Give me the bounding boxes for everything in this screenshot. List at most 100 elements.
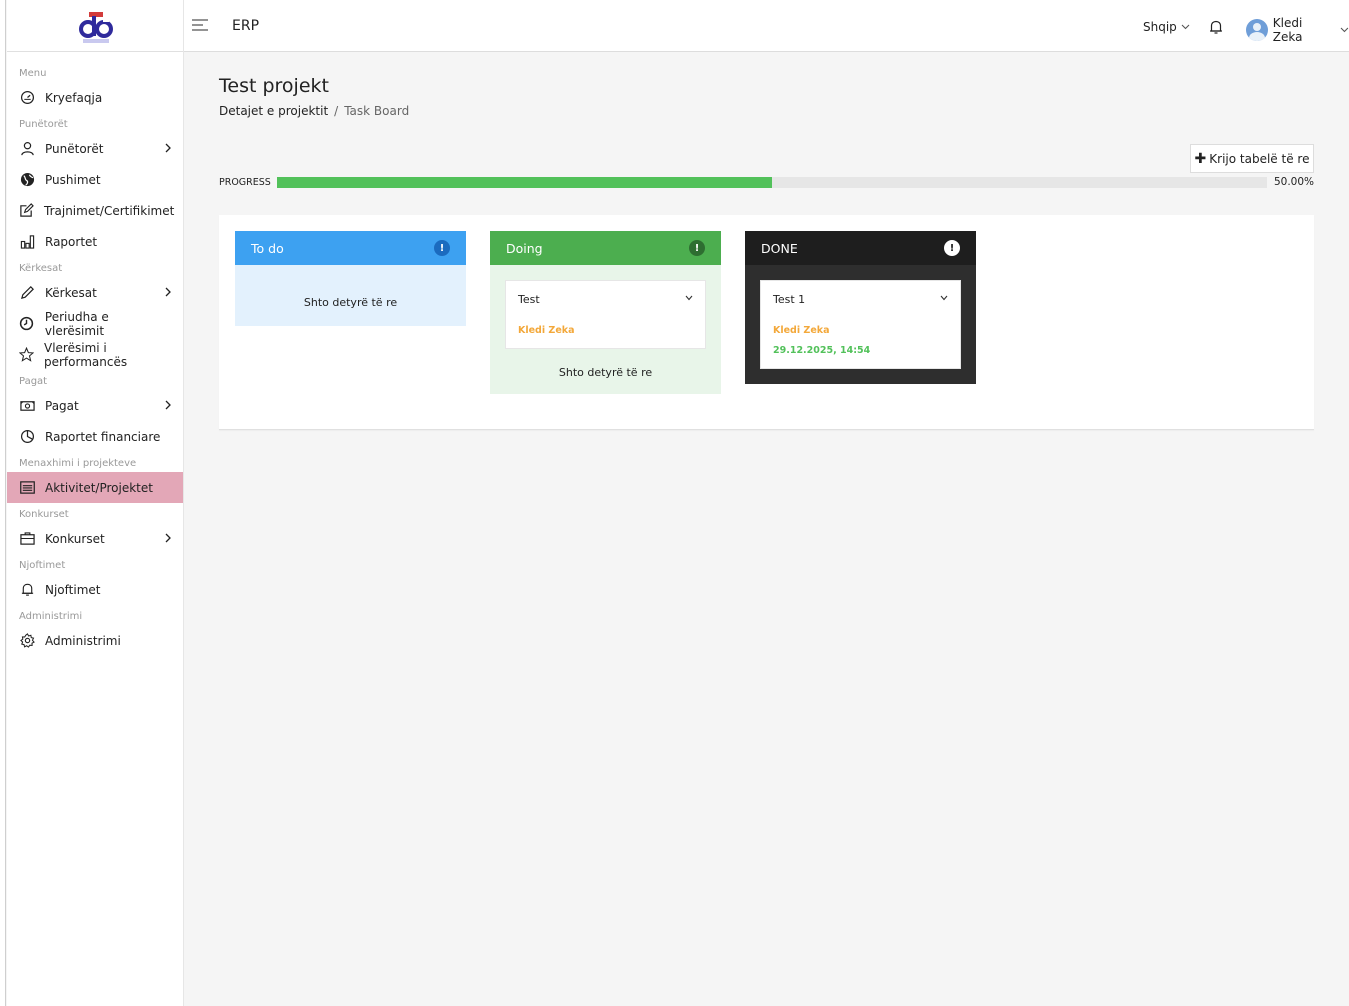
language-selector[interactable]: Shqip xyxy=(1143,20,1190,34)
sidebar-item-trajnimet[interactable]: Trajnimet/Certifikimet xyxy=(7,195,183,226)
column-body: Test Kledi Zeka Shto detyrë të re xyxy=(490,265,721,394)
column-header: DONE ! xyxy=(745,231,976,265)
breadcrumb: Detajet e projektit / Task Board xyxy=(219,104,409,118)
sidebar-section-punetoret: Punëtorët xyxy=(19,119,68,130)
company-logo xyxy=(79,12,113,43)
board-column-todo: To do ! Shto detyrë të re xyxy=(235,231,466,326)
task-assignee: Kledi Zeka xyxy=(518,325,575,336)
breadcrumb-current: Task Board xyxy=(344,104,410,118)
pie-chart-icon xyxy=(19,429,35,445)
create-board-label: Krijo tabelë të re xyxy=(1209,151,1310,166)
column-body: Test 1 Kledi Zeka 29.12.2025, 14:54 xyxy=(745,265,976,384)
window-edge xyxy=(0,0,6,1006)
add-task-button[interactable]: Shto detyrë të re xyxy=(505,366,706,379)
chevron-down-icon[interactable] xyxy=(685,295,693,301)
sidebar-item-label: Vlerësimi i performancës xyxy=(44,340,128,369)
sidebar-section-konkurset: Konkurset xyxy=(19,509,69,520)
progress-percent: 50.00% xyxy=(1273,176,1314,188)
sidebar-item-label: Kërkesat xyxy=(45,285,97,300)
bell-icon xyxy=(19,582,35,598)
chevron-down-icon xyxy=(1340,27,1349,33)
sidebar-item-label: Raportet financiare xyxy=(45,429,161,444)
progress-bar xyxy=(277,177,1267,188)
column-body: Shto detyrë të re xyxy=(235,265,466,326)
language-label: Shqip xyxy=(1143,20,1177,34)
column-title: DONE xyxy=(761,240,798,256)
sidebar-item-kryefaqja[interactable]: Kryefaqja xyxy=(7,82,183,113)
info-icon[interactable]: ! xyxy=(434,240,450,256)
sidebar-item-pagat[interactable]: Pagat xyxy=(7,390,183,421)
info-icon[interactable]: ! xyxy=(944,240,960,256)
sidebar-item-raportet-financiare[interactable]: Raportet financiare xyxy=(7,421,183,452)
sidebar: Menu Kryefaqja Punëtorët Punëtorët Pushi… xyxy=(7,0,184,1006)
user-name: Kledi Zeka xyxy=(1272,16,1303,44)
sidebar-item-label: Administrimi xyxy=(45,633,121,648)
task-title: Test xyxy=(518,293,540,306)
avatar xyxy=(1246,19,1268,41)
page-title: Test projekt xyxy=(219,75,329,97)
sidebar-item-label: Periudha e vlerësimit xyxy=(44,309,109,338)
logo-area xyxy=(7,0,183,52)
edit-square-icon xyxy=(19,203,34,219)
create-board-button[interactable]: ✚ Krijo tabelë të re xyxy=(1190,144,1314,173)
dashboard-gauge-icon xyxy=(19,90,35,106)
task-card[interactable]: Test Kledi Zeka xyxy=(505,280,706,349)
breadcrumb-project-details[interactable]: Detajet e projektit xyxy=(219,104,328,118)
sidebar-item-administrimi[interactable]: Administrimi xyxy=(7,625,183,656)
sidebar-section-pagat: Pagat xyxy=(19,376,48,387)
progress-bar-fill xyxy=(277,177,772,188)
chevron-right-icon xyxy=(165,400,171,410)
column-header: Doing ! xyxy=(490,231,721,265)
sidebar-item-vleresimi[interactable]: Vlerësimi i performancës xyxy=(7,339,183,370)
board-column-done: DONE ! Test 1 Kledi Zeka 29.12.2025, 14:… xyxy=(745,231,976,384)
chevron-down-icon xyxy=(1181,24,1190,30)
app-title: ERP xyxy=(232,18,260,34)
sidebar-item-raportet[interactable]: Raportet xyxy=(7,226,183,257)
sidebar-item-label: Raportet xyxy=(45,234,98,249)
sidebar-item-pushimet[interactable]: Pushimet xyxy=(7,164,183,195)
list-window-icon xyxy=(19,480,35,496)
sidebar-section-administrimi: Administrimi xyxy=(19,611,83,622)
info-icon[interactable]: ! xyxy=(689,240,705,256)
topbar: ERP Shqip Kledi Zeka xyxy=(184,0,1349,52)
board-column-doing: Doing ! Test Kledi Zeka Shto detyrë të r… xyxy=(490,231,721,394)
task-date: 29.12.2025, 14:54 xyxy=(773,345,871,356)
sidebar-item-label: Kryefaqja xyxy=(45,90,103,105)
plus-icon: ✚ xyxy=(1194,150,1207,167)
notifications-bell-icon[interactable] xyxy=(1208,19,1224,35)
pencil-icon xyxy=(19,285,35,301)
sidebar-item-punetoret[interactable]: Punëtorët xyxy=(7,133,183,164)
add-task-button[interactable]: Shto detyrë të re xyxy=(250,296,451,309)
column-header: To do ! xyxy=(235,231,466,265)
gear-icon xyxy=(19,633,35,649)
bar-chart-icon xyxy=(19,234,35,250)
sidebar-item-label: Pagat xyxy=(45,398,79,413)
user-menu[interactable]: Kledi Zeka xyxy=(1246,16,1349,44)
hamburger-menu-icon[interactable] xyxy=(192,18,208,32)
briefcase-icon xyxy=(19,531,35,547)
column-title: To do xyxy=(251,240,284,256)
chevron-right-icon xyxy=(165,143,171,153)
sidebar-item-label: Trajnimet/Certifikimet xyxy=(44,203,175,218)
sidebar-item-konkurset[interactable]: Konkurset xyxy=(7,523,183,554)
chevron-right-icon xyxy=(165,533,171,543)
money-icon xyxy=(19,398,35,414)
chevron-down-icon[interactable] xyxy=(940,295,948,301)
clock-icon xyxy=(19,316,35,332)
task-card[interactable]: Test 1 Kledi Zeka 29.12.2025, 14:54 xyxy=(760,280,961,369)
sidebar-item-periudha[interactable]: Periudha e vlerësimit xyxy=(7,308,183,339)
sidebar-item-aktivitetet[interactable]: Aktivitet/Projektet xyxy=(7,472,183,503)
user-icon xyxy=(19,141,35,157)
breadcrumb-separator: / xyxy=(334,104,339,118)
task-assignee: Kledi Zeka xyxy=(773,325,830,336)
star-icon xyxy=(19,347,34,363)
chevron-right-icon xyxy=(165,287,171,297)
sidebar-section-kerkesat: Kërkesat xyxy=(19,263,63,274)
sidebar-item-label: Aktivitet/Projektet xyxy=(45,480,153,495)
sidebar-menu: Menu Kryefaqja Punëtorët Punëtorët Pushi… xyxy=(7,52,183,656)
sidebar-section-menu: Menu xyxy=(19,68,47,79)
sidebar-item-kerkesat[interactable]: Kërkesat xyxy=(7,277,183,308)
sidebar-item-njoftimet[interactable]: Njoftimet xyxy=(7,574,183,605)
globe-icon xyxy=(19,172,35,188)
sidebar-item-label: Pushimet xyxy=(45,172,101,187)
